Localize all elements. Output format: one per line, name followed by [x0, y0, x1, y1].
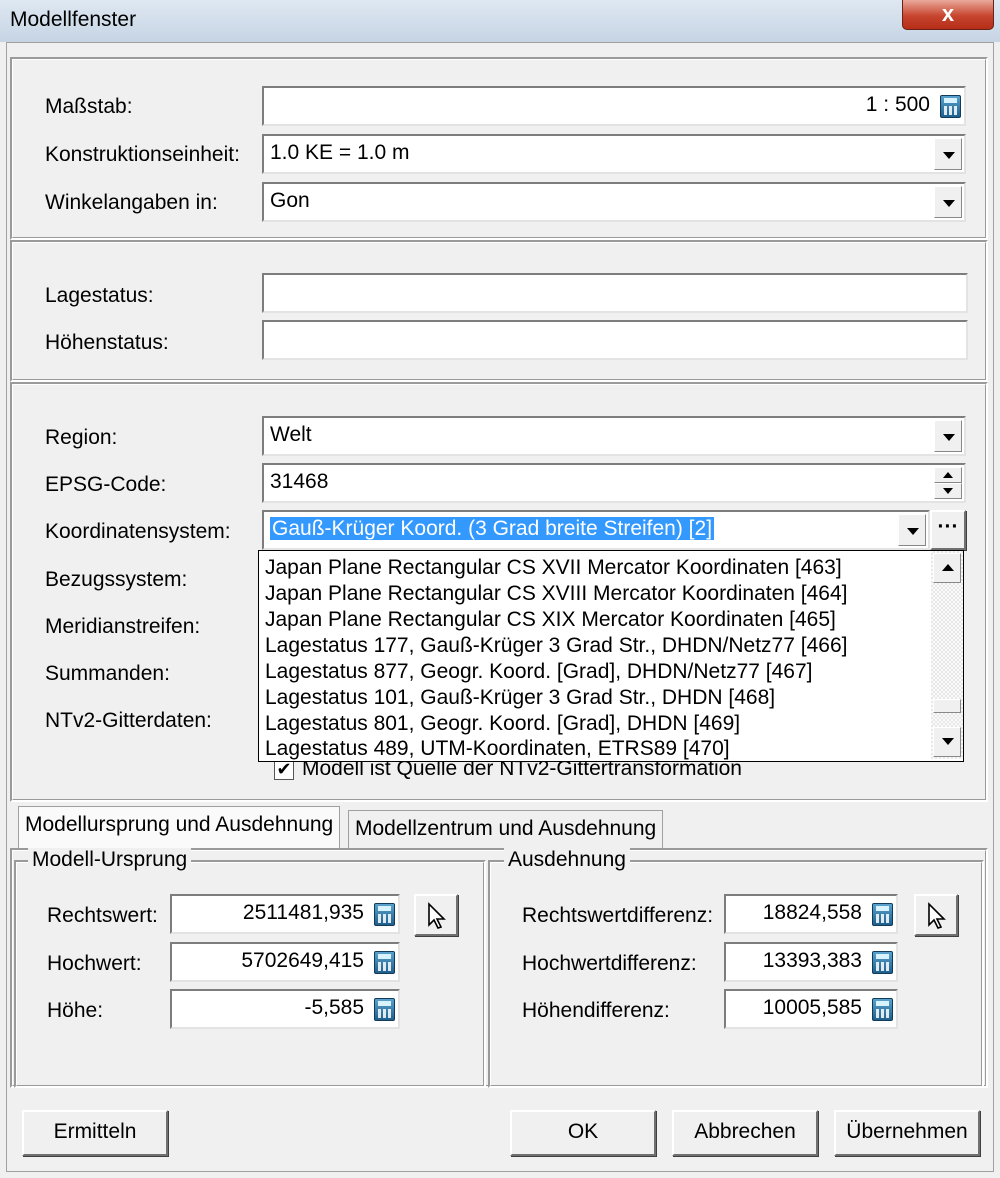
apply-button[interactable]: Übernehmen: [834, 1110, 980, 1156]
ntv2-label: NTv2-Gitterdaten:: [45, 709, 212, 732]
title-bar: Modellfenster x: [0, 0, 1000, 42]
origin-north-input[interactable]: 5702649,415: [170, 942, 400, 982]
ntv2-checkbox[interactable]: ✔: [274, 760, 294, 780]
cursor-arrow-icon: [928, 902, 946, 929]
scroll-up-icon[interactable]: [933, 553, 961, 583]
meridian-label: Meridianstreifen:: [45, 615, 201, 638]
extent-height-input[interactable]: 10005,585: [724, 989, 898, 1029]
coordsys-more-button[interactable]: ···: [930, 510, 966, 550]
extent-east-value: 18824,558: [762, 901, 862, 924]
origin-north-label: Hochwert:: [47, 952, 142, 975]
unit-label: Konstruktionseinheit:: [45, 143, 240, 166]
height-status-label: Höhenstatus:: [45, 331, 169, 354]
unit-value: 1.0 KE = 1.0 m: [270, 141, 410, 164]
angle-label: Winkelangaben in:: [45, 191, 218, 214]
calculator-icon[interactable]: [872, 951, 893, 974]
summands-label: Summanden:: [45, 662, 170, 685]
origin-pick-button[interactable]: [414, 894, 458, 936]
scale-label: Maßstab:: [45, 95, 133, 118]
origin-north-value: 5702649,415: [241, 949, 364, 972]
cancel-button[interactable]: Abbrechen: [672, 1110, 818, 1156]
extent-north-value: 13393,383: [762, 949, 862, 972]
calculator-icon[interactable]: [940, 95, 961, 118]
position-status-label: Lagestatus:: [45, 284, 154, 307]
coordsys-dropdown-list[interactable]: Japan Plane Rectangular CS XVII Mercator…: [258, 550, 964, 762]
scroll-down-icon[interactable]: [933, 727, 961, 757]
list-item[interactable]: Lagestatus 101, Gauß-Krüger 3 Grad Str.,…: [265, 685, 775, 711]
unit-select[interactable]: 1.0 KE = 1.0 m: [262, 134, 966, 174]
ok-button[interactable]: OK: [510, 1110, 656, 1156]
determine-button[interactable]: Ermitteln: [22, 1110, 168, 1156]
list-item[interactable]: Lagestatus 801, Geogr. Koord. [Grad], DH…: [265, 711, 740, 737]
chevron-down-icon[interactable]: [898, 514, 926, 546]
origin-height-label: Höhe:: [47, 999, 104, 1022]
epsg-value: 31468: [270, 470, 329, 493]
cursor-arrow-icon: [428, 902, 446, 929]
extent-east-label: Rechtswertdifferenz:: [522, 904, 714, 927]
spin-down-icon[interactable]: [934, 483, 962, 499]
ellipsis-icon: ···: [937, 515, 959, 538]
region-label: Region:: [45, 426, 118, 449]
angle-select[interactable]: Gon: [262, 182, 966, 222]
extent-height-label: Höhendifferenz:: [522, 999, 670, 1022]
height-status-field: [262, 320, 968, 360]
coordsys-label: Koordinatensystem:: [45, 520, 231, 543]
epsg-input[interactable]: 31468: [262, 463, 966, 503]
epsg-label: EPSG-Code:: [45, 473, 167, 496]
extent-pick-button[interactable]: [914, 894, 958, 936]
extent-legend: Ausdehnung: [504, 848, 630, 872]
chevron-down-icon[interactable]: [934, 138, 962, 170]
epsg-spinner[interactable]: [934, 467, 962, 499]
calculator-icon[interactable]: [374, 951, 395, 974]
list-item[interactable]: Lagestatus 489, UTM-Koordinaten, ETRS89 …: [265, 736, 730, 761]
origin-east-label: Rechtswert:: [47, 904, 158, 927]
region-select[interactable]: Welt: [262, 416, 966, 456]
dropdown-scrollbar[interactable]: [931, 551, 963, 759]
origin-east-input[interactable]: 2511481,935: [170, 894, 400, 934]
region-value: Welt: [270, 423, 312, 446]
list-item[interactable]: Japan Plane Rectangular CS XVIII Mercato…: [265, 581, 848, 607]
tab-model-origin[interactable]: Modellursprung und Ausdehnung: [18, 806, 341, 850]
calculator-icon[interactable]: [374, 998, 395, 1021]
coordsys-select[interactable]: Gauß-Krüger Koord. (3 Grad breite Streif…: [262, 510, 930, 550]
chevron-down-icon[interactable]: [934, 186, 962, 218]
angle-value: Gon: [270, 189, 310, 212]
scale-input[interactable]: 1 : 500: [262, 86, 966, 126]
list-item[interactable]: Lagestatus 877, Geogr. Koord. [Grad], DH…: [265, 659, 812, 685]
list-item[interactable]: Japan Plane Rectangular CS XIX Mercator …: [265, 607, 836, 633]
extent-east-input[interactable]: 18824,558: [724, 894, 898, 934]
datum-label: Bezugssystem:: [45, 568, 188, 591]
close-icon: x: [941, 1, 955, 26]
scroll-thumb[interactable]: [933, 699, 961, 713]
origin-height-input[interactable]: -5,585: [170, 989, 400, 1029]
scale-value: 1 : 500: [865, 93, 930, 116]
position-status-field: [262, 273, 968, 313]
origin-legend: Modell-Ursprung: [28, 848, 192, 872]
calculator-icon[interactable]: [374, 903, 395, 926]
list-item[interactable]: Japan Plane Rectangular CS XVII Mercator…: [265, 555, 842, 581]
list-item[interactable]: Lagestatus 177, Gauß-Krüger 3 Grad Str.,…: [265, 633, 847, 659]
coordsys-value: Gauß-Krüger Koord. (3 Grad breite Streif…: [270, 517, 715, 540]
close-button[interactable]: x: [902, 0, 994, 30]
chevron-down-icon[interactable]: [934, 420, 962, 452]
extent-north-input[interactable]: 13393,383: [724, 942, 898, 982]
calculator-icon[interactable]: [872, 998, 893, 1021]
extent-north-label: Hochwertdifferenz:: [522, 952, 697, 975]
calculator-icon[interactable]: [872, 903, 893, 926]
origin-east-value: 2511481,935: [242, 901, 364, 924]
window-title: Modellfenster: [10, 8, 137, 31]
tab-model-center[interactable]: Modellzentrum und Ausdehnung: [348, 810, 664, 850]
extent-height-value: 10005,585: [762, 996, 862, 1019]
spin-up-icon[interactable]: [934, 467, 962, 483]
origin-height-value: -5,585: [304, 996, 364, 1019]
